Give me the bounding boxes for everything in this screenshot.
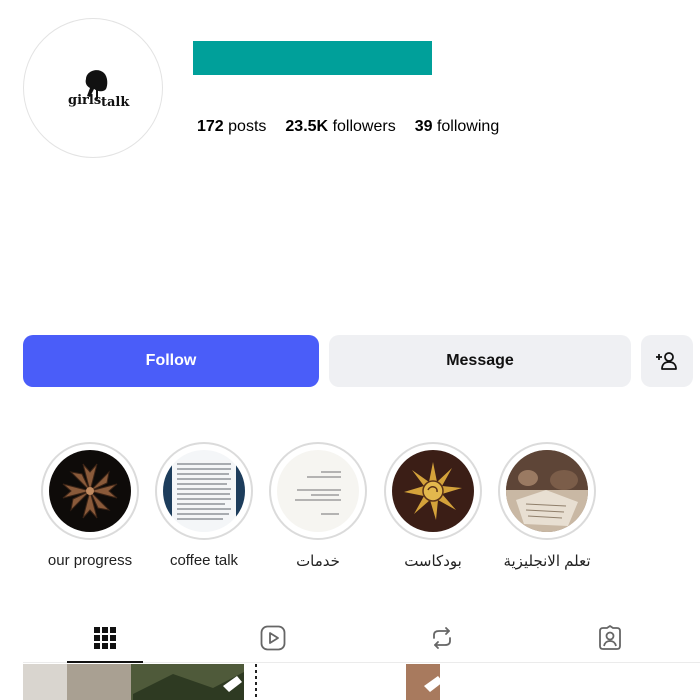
active-tab-indicator [67,661,143,663]
highlight-label: coffee talk [169,552,239,569]
profile-stats: 172 posts 23.5K followers 39 following [197,118,499,136]
repost-icon [433,627,451,649]
posts-count: 172 [197,118,224,135]
following-label: following [436,118,500,135]
grid-icon [94,627,116,649]
tagged-icon [599,625,621,650]
posts-label: posts [228,118,267,135]
tab-reposts[interactable] [417,620,467,656]
followers-label: followers [332,118,396,135]
post-thumbnail[interactable] [23,664,244,700]
follow-button[interactable]: Follow [23,335,319,387]
highlight-label: بودكاست [404,553,462,570]
followers-stat[interactable]: 23.5K followers [285,118,395,136]
highlight-podcast[interactable]: بودكاست [383,442,483,570]
highlight-ring [155,442,253,540]
person-add-icon [656,352,677,370]
posts-stat: 172 posts [197,118,266,136]
highlight-ring [41,442,139,540]
girls-talk-logo-icon [85,70,108,99]
logo-text-talk: talk [101,95,130,110]
photo-icon [246,664,468,700]
following-stat[interactable]: 39 following [415,118,500,136]
highlight-ring [269,442,367,540]
flower-icon [49,450,131,532]
highlight-label: our progress [47,552,133,569]
highlight-label: تعلم الانجليزية [503,553,591,570]
highlight-ring [384,442,482,540]
logo-text-girls: girls [68,93,102,108]
document-icon [277,450,359,532]
profile-avatar[interactable]: girls talk [23,18,163,158]
sun-icon [392,450,474,532]
tab-reels[interactable] [248,620,298,656]
following-count: 39 [414,118,433,135]
photo-icon [23,664,244,700]
reels-icon [260,625,286,651]
highlight-services[interactable]: خدمات [268,442,368,570]
username-redacted [193,41,432,75]
tab-posts[interactable] [80,620,130,656]
post-thumbnail[interactable] [246,664,468,700]
highlight-our-progress[interactable]: our progress [40,442,140,569]
highlight-ring [498,442,596,540]
highlight-label: خدمات [296,553,340,570]
document-icon [163,450,245,532]
highlight-coffee-talk[interactable]: coffee talk [154,442,254,569]
tab-tagged[interactable] [585,620,635,656]
message-button[interactable]: Message [329,335,631,387]
highlight-learn-english[interactable]: تعلم الانجليزية [497,442,597,570]
followers-count: 23.5K [285,118,329,135]
photo-icon [506,450,588,532]
suggest-follow-button[interactable] [641,335,693,387]
